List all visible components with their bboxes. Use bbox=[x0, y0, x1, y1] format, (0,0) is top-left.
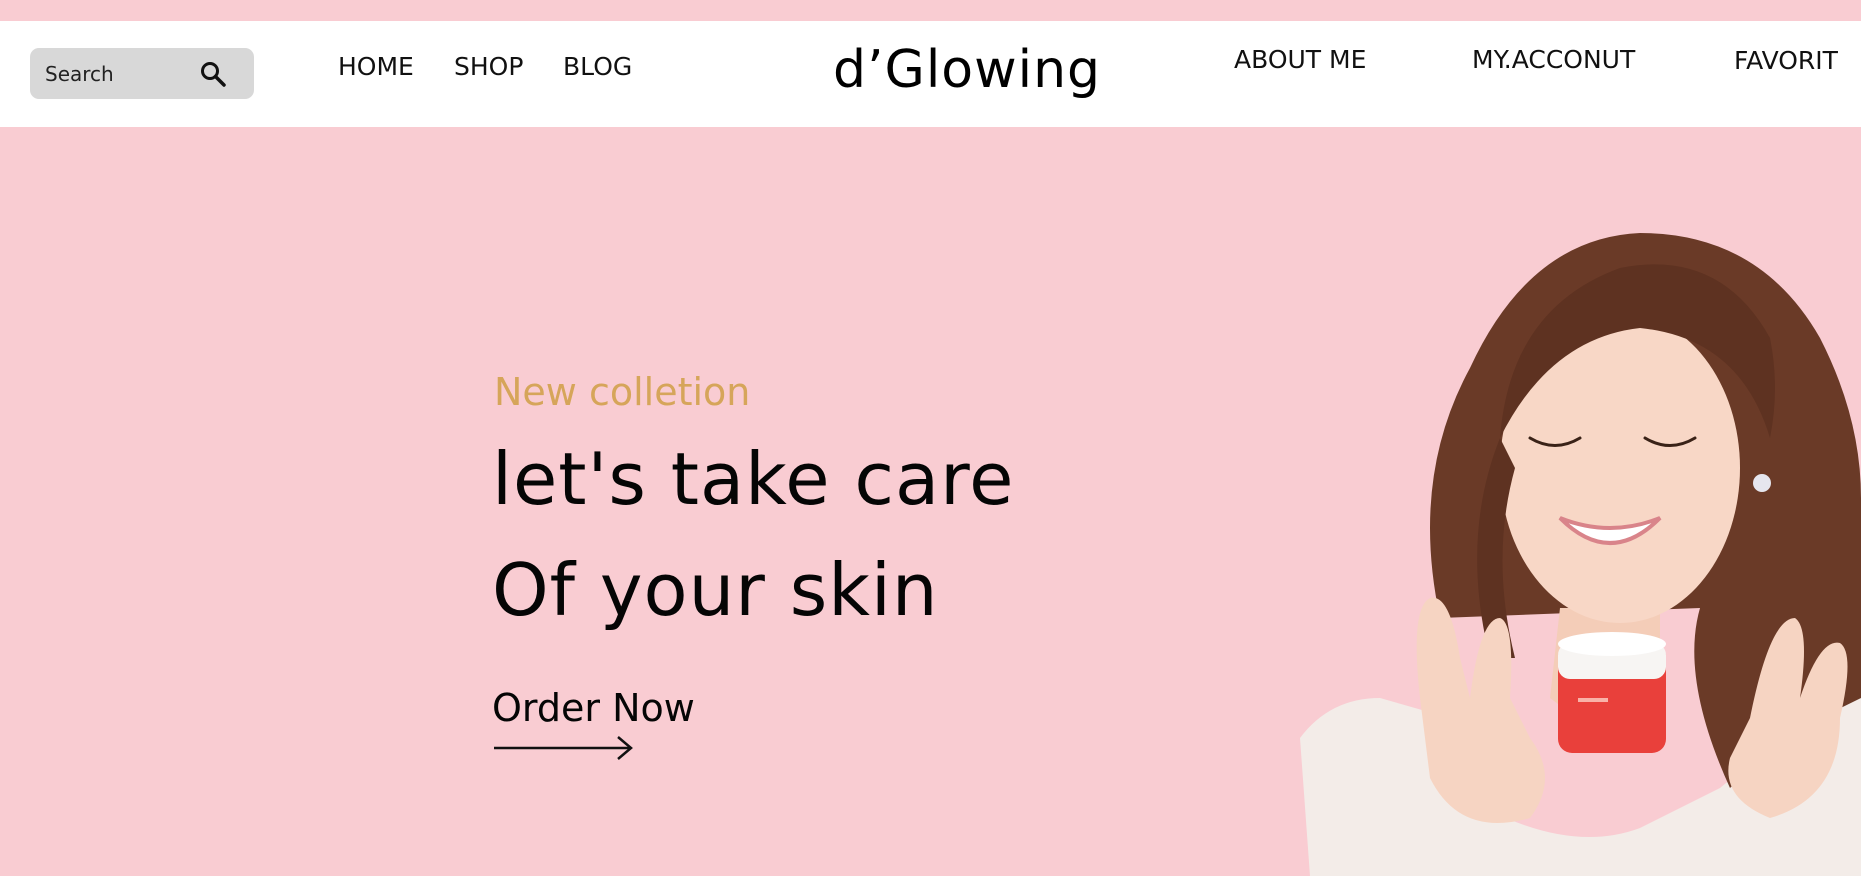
hero-headline-line1: let's take care bbox=[492, 437, 1015, 521]
nav-shop[interactable]: SHOP bbox=[454, 52, 523, 81]
search-box[interactable]: Search bbox=[30, 48, 254, 99]
arrow-right-icon bbox=[494, 736, 633, 760]
order-now-label: Order Now bbox=[492, 686, 695, 730]
nav-about-me[interactable]: ABOUT ME bbox=[1234, 45, 1366, 74]
nav-favorites[interactable]: FAVORIT bbox=[1734, 46, 1838, 75]
search-input[interactable]: Search bbox=[45, 62, 114, 86]
top-strip bbox=[0, 0, 1861, 21]
navbar: Search HOME SHOP BLOG d’Glowing ABOUT ME… bbox=[0, 21, 1861, 127]
nav-home[interactable]: HOME bbox=[338, 52, 414, 81]
nav-blog[interactable]: BLOG bbox=[563, 52, 632, 81]
hero-headline-line2: Of your skin bbox=[492, 548, 939, 632]
model-with-cream-jar-image bbox=[1300, 233, 1861, 876]
search-icon[interactable] bbox=[198, 59, 228, 89]
order-now-button[interactable]: Order Now bbox=[492, 686, 732, 766]
site-logo[interactable]: d’Glowing bbox=[833, 40, 1101, 100]
hero-kicker: New colletion bbox=[494, 370, 751, 414]
nav-my-account[interactable]: MY.ACCONUT bbox=[1472, 45, 1635, 74]
